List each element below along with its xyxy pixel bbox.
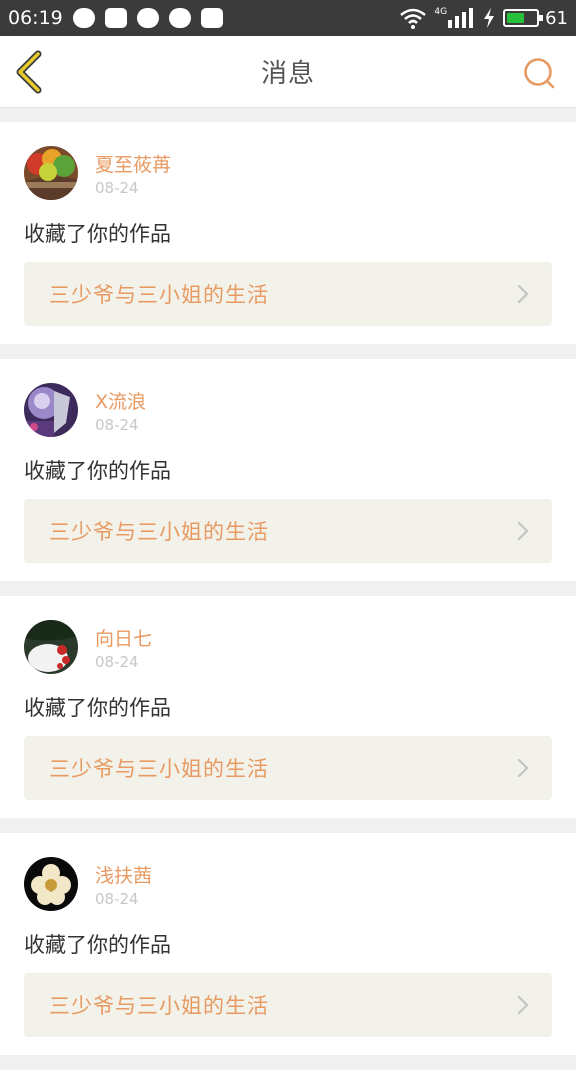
battery: 61	[503, 8, 568, 29]
chevron-right-icon	[517, 995, 529, 1015]
header-bar: 消息	[0, 36, 576, 108]
signal-icon	[448, 8, 474, 28]
message-list: 夏至莜苒 08-24 收藏了你的作品 三少爷与三小姐的生活 X流浪 08-24 …	[0, 122, 576, 1070]
message-date: 08-24	[95, 890, 139, 908]
avatar[interactable]	[24, 857, 78, 911]
message-card: 向日七 08-24 收藏了你的作品 三少爷与三小姐的生活	[0, 596, 576, 818]
avatar[interactable]	[24, 146, 78, 200]
chevron-right-icon	[517, 284, 529, 304]
chevron-right-icon	[517, 758, 529, 778]
battery-level	[507, 13, 525, 23]
status-time: 06:19	[8, 7, 63, 29]
wechat-icon	[168, 8, 191, 28]
message-card: X流浪 08-24 收藏了你的作品 三少爷与三小姐的生活	[0, 359, 576, 581]
status-right: 4G 61	[400, 7, 568, 29]
battery-percent: 61	[545, 7, 568, 29]
work-link[interactable]: 三少爷与三小姐的生活	[24, 973, 552, 1037]
work-title: 三少爷与三小姐的生活	[49, 994, 269, 1018]
battery-icon	[503, 9, 544, 27]
chevron-left-icon	[16, 50, 42, 94]
work-title: 三少爷与三小姐的生活	[49, 283, 269, 307]
user-name[interactable]: X流浪	[95, 387, 146, 414]
message-date: 08-24	[95, 179, 139, 197]
message-card: 浅扶茜 08-24 收藏了你的作品 三少爷与三小姐的生活	[0, 833, 576, 1055]
qq-penguin-icon	[104, 8, 127, 28]
pocket-icon	[200, 8, 223, 28]
message-action: 收藏了你的作品	[24, 933, 171, 957]
work-link[interactable]: 三少爷与三小姐的生活	[24, 736, 552, 800]
page-title: 消息	[260, 59, 315, 89]
search-icon	[524, 58, 555, 89]
back-button[interactable]	[12, 50, 52, 94]
message-date: 08-24	[95, 416, 139, 434]
wifi-icon	[400, 8, 427, 29]
chevron-right-icon	[517, 521, 529, 541]
status-bar: 06:19 4G 61	[0, 0, 576, 36]
user-name[interactable]: 向日七	[95, 624, 152, 651]
work-link[interactable]: 三少爷与三小姐的生活	[24, 499, 552, 563]
message-action: 收藏了你的作品	[24, 459, 171, 483]
avatar[interactable]	[24, 620, 78, 674]
charging-bolt-icon	[484, 8, 495, 28]
message-date: 08-24	[95, 653, 139, 671]
message-bubble-icon	[72, 8, 95, 28]
message-action: 收藏了你的作品	[24, 696, 171, 720]
user-name[interactable]: 夏至莜苒	[95, 150, 171, 177]
message-card: 夏至莜苒 08-24 收藏了你的作品 三少爷与三小姐的生活	[0, 122, 576, 344]
work-title: 三少爷与三小姐的生活	[49, 520, 269, 544]
network-type: 4G	[434, 7, 448, 17]
work-title: 三少爷与三小姐的生活	[49, 757, 269, 781]
work-link[interactable]: 三少爷与三小姐的生活	[24, 262, 552, 326]
search-button[interactable]	[522, 56, 556, 90]
avatar[interactable]	[24, 383, 78, 437]
user-name[interactable]: 浅扶茜	[95, 861, 152, 888]
baidu-paw-icon	[136, 8, 159, 28]
message-action: 收藏了你的作品	[24, 222, 171, 246]
